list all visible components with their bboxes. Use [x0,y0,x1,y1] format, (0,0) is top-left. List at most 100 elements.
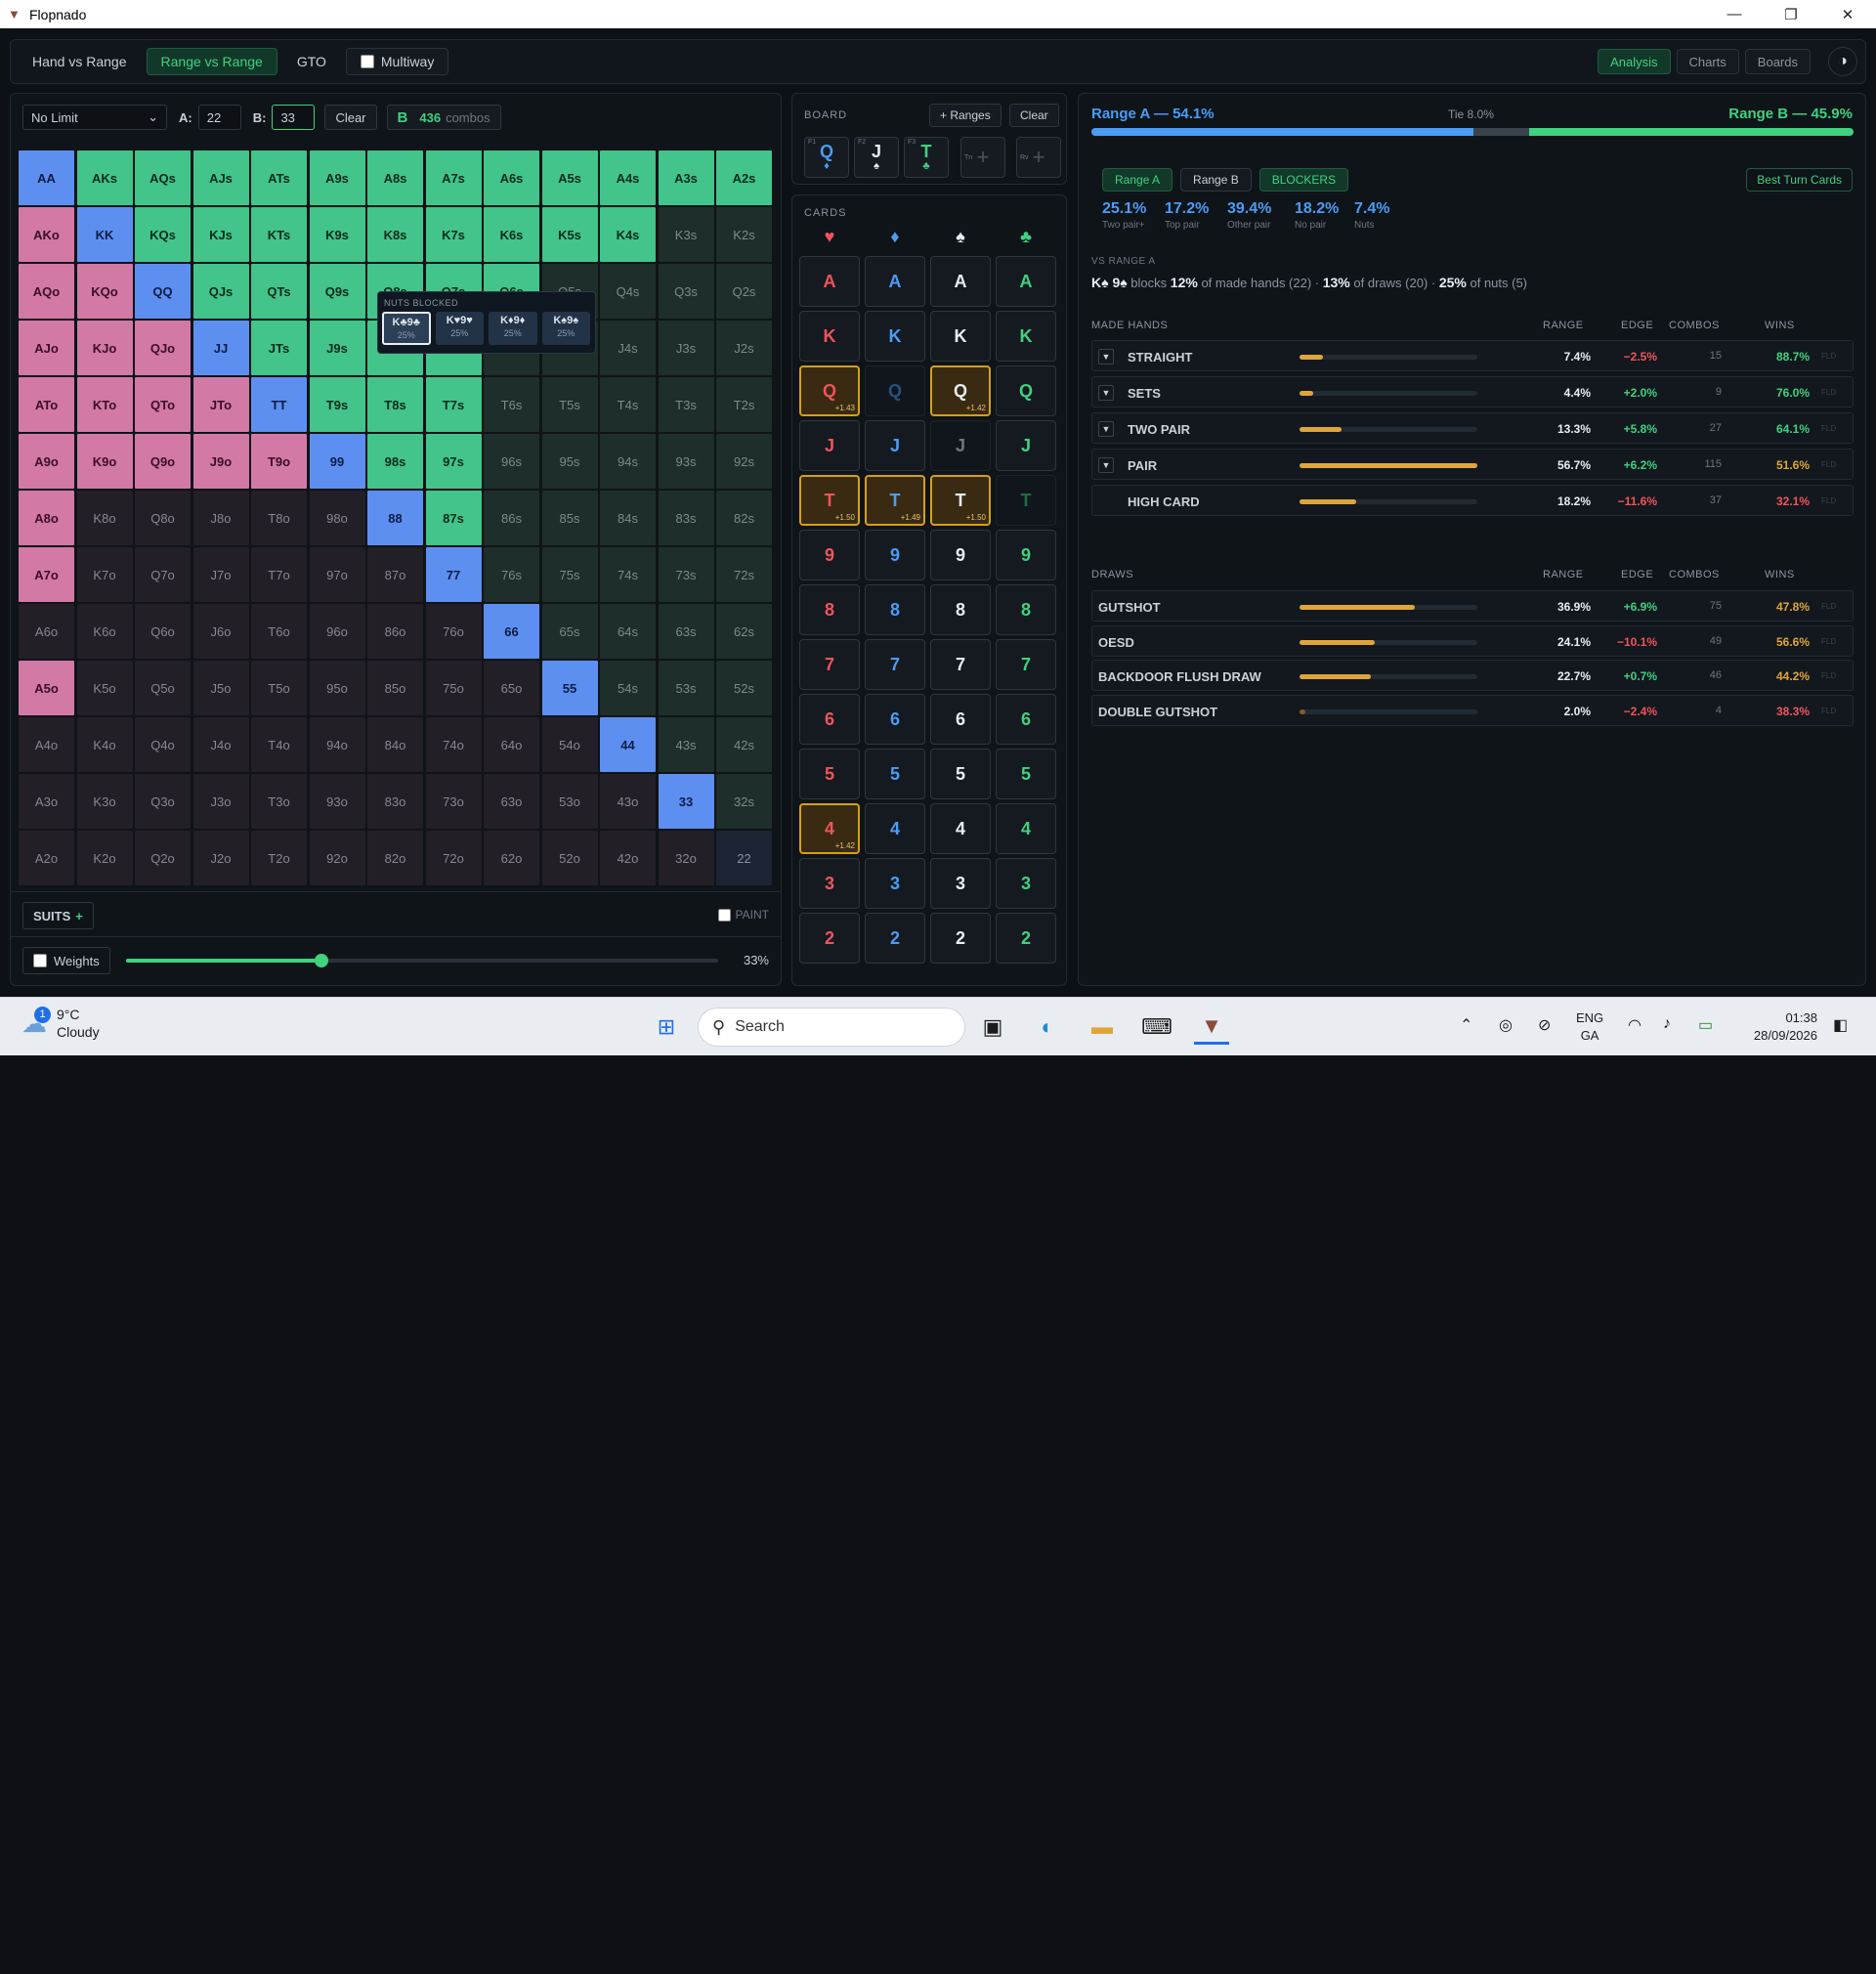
hand-cell[interactable]: 84s [600,491,656,545]
card-cell[interactable]: K [930,311,991,362]
hand-cell[interactable]: 53o [541,774,598,829]
hand-cell[interactable]: T7s [425,377,482,432]
card-cell[interactable]: 5 [996,749,1056,799]
flopnado-taskbar-icon[interactable]: ▼ [1194,1009,1229,1045]
hand-cell[interactable]: QTo [135,377,191,432]
card-cell[interactable]: 2 [930,913,991,964]
hand-cell[interactable]: K2s [716,207,772,262]
chevron-down-icon[interactable]: ▼ [1098,349,1114,365]
multiway-checkbox[interactable] [360,55,374,68]
card-cell[interactable]: 3 [799,858,860,909]
hand-cell[interactable]: 75o [425,661,482,715]
hand-cell[interactable]: T5s [541,377,598,432]
hand-cell[interactable]: J9s [309,321,365,375]
hand-cell[interactable]: Q5o [135,661,191,715]
card-cell[interactable]: 6 [930,694,991,745]
hand-cell[interactable]: K3o [76,774,133,829]
weather-widget[interactable]: ☁ 1 9°C Cloudy [21,1006,100,1041]
hand-cell[interactable]: 88 [367,491,423,545]
hand-cell[interactable]: 83o [367,774,423,829]
hand-cell[interactable]: 98s [367,434,423,489]
windows-start-icon[interactable]: ⊞ [649,1009,684,1045]
hand-cell[interactable]: J5o [192,661,249,715]
range-a-input[interactable]: 22 [197,105,241,130]
hand-cell[interactable]: 86o [367,604,423,659]
hand-cell[interactable]: 92o [309,831,365,885]
hand-cell[interactable]: K7o [76,547,133,602]
card-cell[interactable]: J [799,420,860,471]
hand-cell[interactable]: 32o [658,831,714,885]
hand-cell[interactable]: J3s [658,321,714,375]
hand-cell[interactable]: 82o [367,831,423,885]
hand-cell[interactable]: Q3o [135,774,191,829]
fold-flag[interactable]: FLD [1821,424,1836,433]
hand-cell[interactable]: ATo [19,377,74,432]
hand-cell[interactable]: 83s [658,491,714,545]
hand-cell[interactable]: 63o [484,774,539,829]
hand-cell[interactable]: QJo [135,321,191,375]
hand-cell[interactable]: 84o [367,717,423,772]
hand-category-row[interactable]: GUTSHOT 36.9% +6.9% 75 47.8% FLD [1091,590,1854,622]
hand-cell[interactable]: T3s [658,377,714,432]
hand-cell[interactable]: K5s [541,207,598,262]
card-cell[interactable]: 2 [996,913,1056,964]
hand-cell[interactable]: 63s [658,604,714,659]
hand-cell[interactable]: 54s [600,661,656,715]
card-cell[interactable]: J [930,420,991,471]
hand-cell[interactable]: AKs [76,150,133,205]
card-cell[interactable]: Q [996,365,1056,416]
fold-flag[interactable]: FLD [1821,707,1836,715]
hand-cell[interactable]: J2o [192,831,249,885]
hand-category-row[interactable]: ▼ STRAIGHT 7.4% −2.5% 15 88.7% FLD [1091,340,1854,371]
hand-cell[interactable]: T8s [367,377,423,432]
hand-cell[interactable]: 42o [600,831,656,885]
hand-cell[interactable]: JTs [251,321,307,375]
theme-toggle-icon[interactable]: ◑ [1828,47,1857,76]
edge-browser-icon[interactable]: ◐ [1030,1009,1065,1045]
hand-cell[interactable]: 87o [367,547,423,602]
hand-cell[interactable]: 65s [541,604,598,659]
hand-cell[interactable]: 97s [425,434,482,489]
card-cell[interactable]: 7 [996,639,1056,690]
hand-cell[interactable]: A6o [19,604,74,659]
weights-checkbox[interactable] [33,954,47,967]
card-cell[interactable]: 9 [996,530,1056,580]
hand-cell[interactable]: 76s [484,547,539,602]
card-cell[interactable]: 8 [930,584,991,635]
hand-cell[interactable]: 65o [484,661,539,715]
hand-cell[interactable]: JTo [192,377,249,432]
clear-range-button[interactable]: Clear [324,105,377,130]
hand-cell[interactable]: T5o [251,661,307,715]
terminal-icon[interactable]: ⌨ [1139,1009,1174,1045]
hand-cell[interactable]: 85s [541,491,598,545]
hand-cell[interactable]: A9s [309,150,365,205]
hand-cell[interactable]: 43s [658,717,714,772]
chevron-down-icon[interactable]: ▼ [1098,385,1114,401]
suits-button[interactable]: SUITS + [22,902,94,929]
cloud-offline-icon[interactable]: ⊘ [1538,1015,1551,1035]
hand-cell[interactable]: Q4s [600,264,656,319]
hand-cell[interactable]: J4o [192,717,249,772]
suit-header-icon[interactable]: ♥ [799,227,860,247]
hand-cell[interactable]: T6o [251,604,307,659]
hand-cell[interactable]: K7s [425,207,482,262]
hand-cell[interactable]: K8o [76,491,133,545]
tab-range-vs-range[interactable]: Range vs Range [146,48,277,75]
hand-cell[interactable]: 95o [309,661,365,715]
hand-cell[interactable]: KTs [251,207,307,262]
hand-cell[interactable]: K2o [76,831,133,885]
hand-cell[interactable]: 62s [716,604,772,659]
hand-category-row[interactable]: OESD 24.1% −10.1% 49 56.6% FLD [1091,624,1854,657]
hand-cell[interactable]: J8o [192,491,249,545]
hand-cell[interactable]: T3o [251,774,307,829]
hand-category-row[interactable]: HIGH CARD 18.2% −11.6% 37 32.1% FLD [1091,485,1854,516]
card-cell[interactable]: K [996,311,1056,362]
add-ranges-button[interactable]: + Ranges [929,104,1002,127]
hand-cell[interactable]: 76o [425,604,482,659]
hand-category-row[interactable]: ▼ TWO PAIR 13.3% +5.8% 27 64.1% FLD [1091,412,1854,444]
hand-cell[interactable]: A6s [484,150,539,205]
hand-cell[interactable]: 99 [309,434,365,489]
hand-cell[interactable]: T2s [716,377,772,432]
hand-cell[interactable]: 96s [484,434,539,489]
card-cell[interactable]: Q +1.42 [930,365,991,416]
